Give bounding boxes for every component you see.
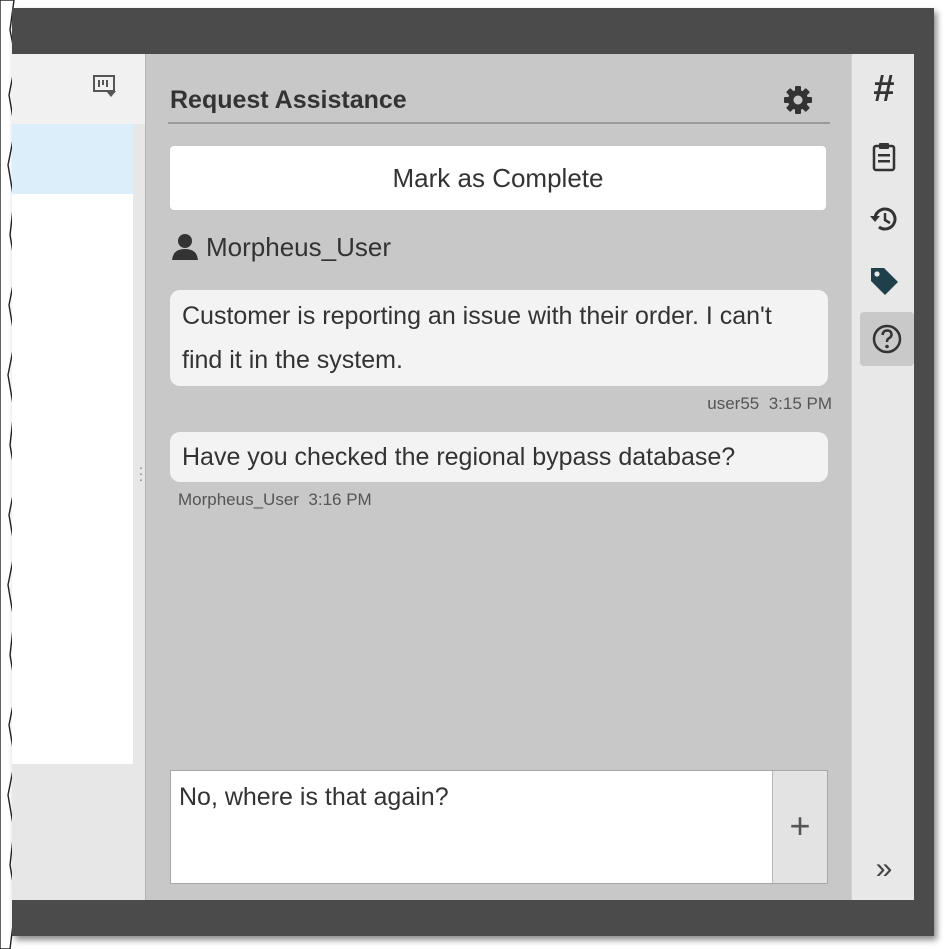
- right-toolbar: # »: [851, 54, 915, 900]
- tag-icon[interactable]: [867, 264, 901, 298]
- message-author: Morpheus_User: [178, 490, 299, 509]
- mark-complete-button[interactable]: Mark as Complete: [170, 146, 826, 210]
- help-icon: [872, 324, 902, 354]
- user-icon: [172, 234, 198, 260]
- panel-title: Request Assistance: [170, 86, 407, 114]
- right-frame: [914, 54, 934, 900]
- assigned-user: Morpheus_User: [170, 230, 391, 264]
- left-panel-list: [12, 124, 133, 764]
- history-icon[interactable]: [867, 202, 901, 236]
- top-bar: [12, 8, 934, 54]
- list-item-selected[interactable]: [12, 124, 133, 194]
- message-bubble: Customer is reporting an issue with thei…: [170, 290, 828, 386]
- message-input[interactable]: No, where is that again?: [179, 779, 769, 875]
- message-composer: No, where is that again? +: [170, 770, 828, 884]
- title-divider: [168, 122, 830, 124]
- hash-icon[interactable]: #: [867, 70, 901, 108]
- assigned-user-name: Morpheus_User: [206, 231, 391, 262]
- expand-icon[interactable]: »: [867, 852, 901, 886]
- left-panel-header: [12, 54, 145, 124]
- board-view-icon[interactable]: [92, 74, 118, 98]
- bottom-bar: [12, 900, 934, 936]
- message-meta: user55 3:15 PM: [707, 394, 832, 414]
- message-meta: Morpheus_User 3:16 PM: [178, 490, 372, 510]
- left-panel: [12, 54, 145, 900]
- panel-resize-handle[interactable]: · · ·: [137, 460, 145, 504]
- message-time: 3:15 PM: [768, 394, 832, 413]
- chat-panel: Request Assistance Mark as Complete Morp…: [145, 54, 852, 900]
- message-author: user55: [707, 394, 760, 413]
- help-button[interactable]: [860, 312, 914, 366]
- gear-icon[interactable]: [782, 84, 814, 116]
- app-window: · · · Request Assistance Mark as Complete …: [12, 8, 934, 936]
- message-time: 3:16 PM: [308, 490, 372, 509]
- add-button[interactable]: +: [772, 771, 827, 883]
- clipboard-icon[interactable]: [867, 140, 901, 174]
- message-bubble: Have you checked the regional bypass dat…: [170, 432, 828, 482]
